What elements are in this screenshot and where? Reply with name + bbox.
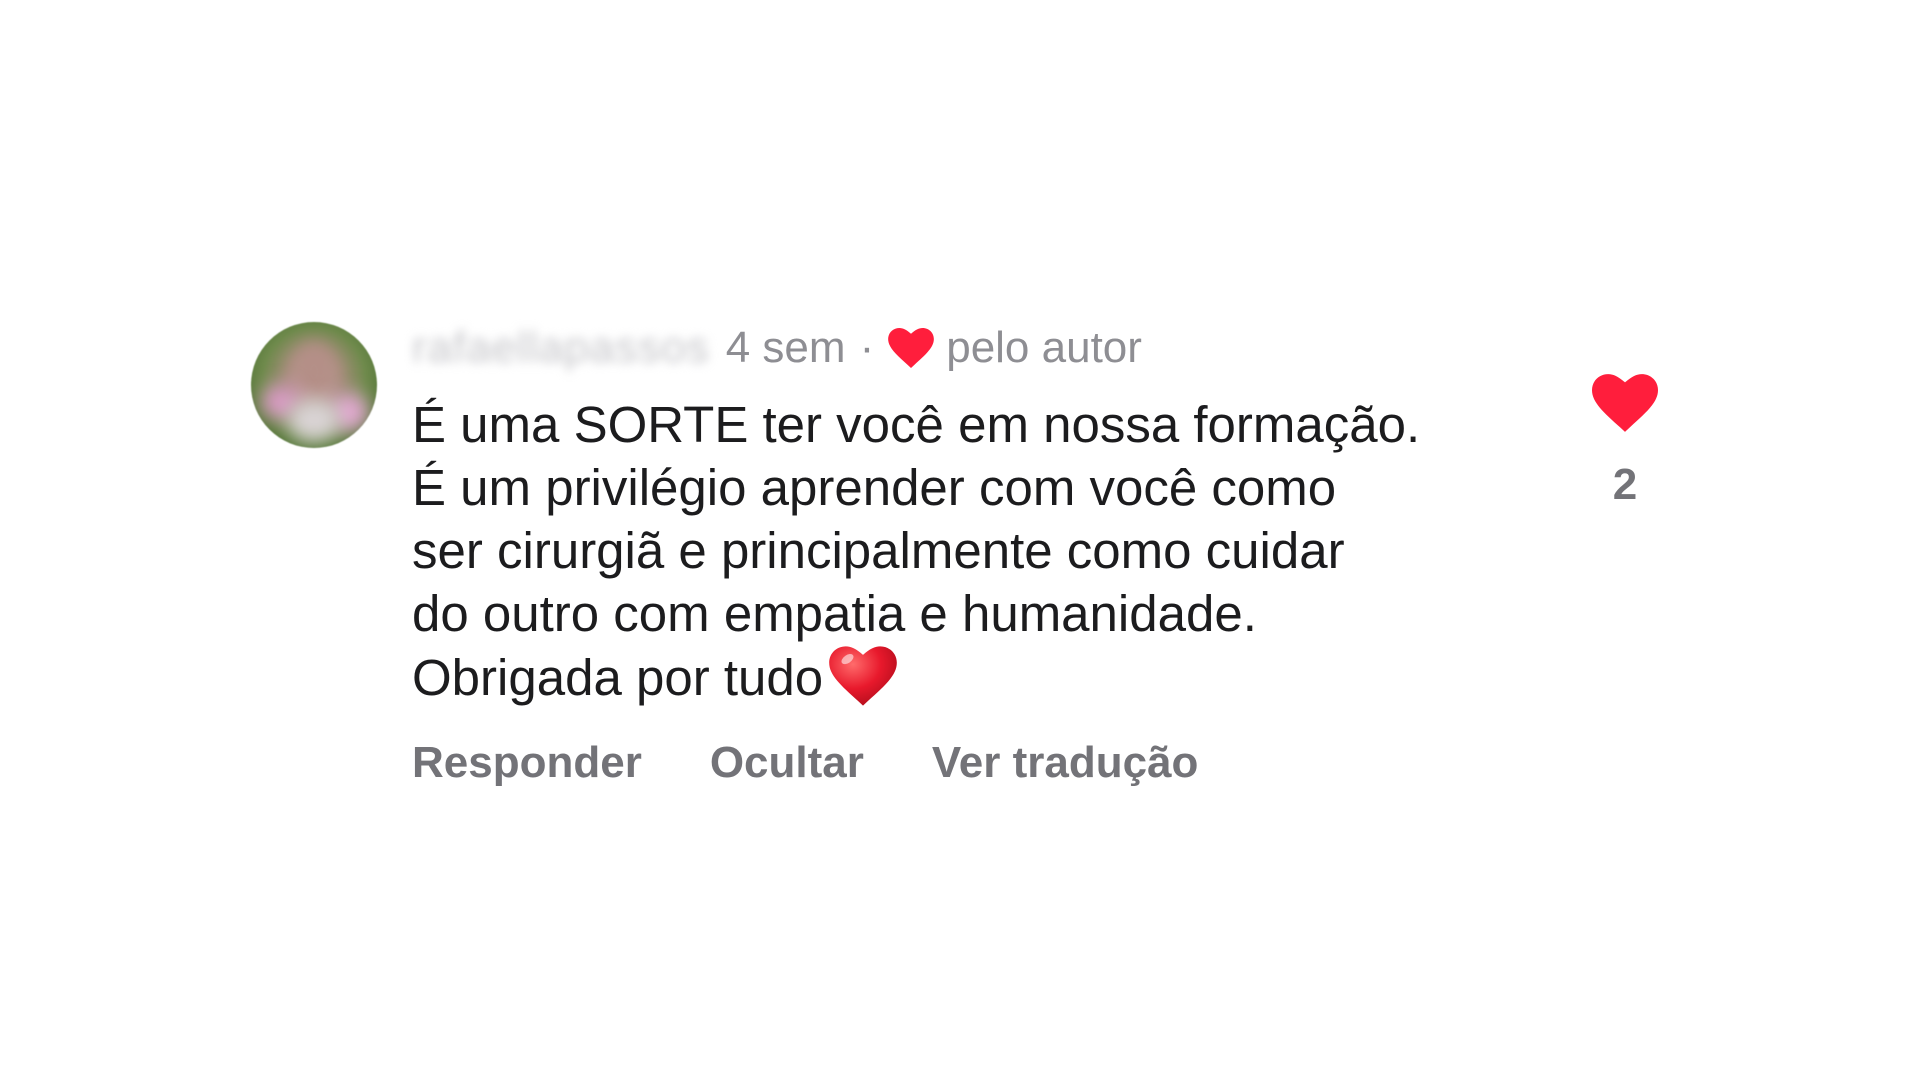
hide-button[interactable]: Ocultar: [710, 738, 864, 788]
separator-dot: ·: [859, 323, 875, 372]
comment-header: rafaellapassos 4 sem · pelo autor: [412, 322, 1142, 374]
like-count[interactable]: 2: [1590, 460, 1660, 510]
username[interactable]: rafaellapassos: [412, 323, 710, 373]
liked-by-author-label: pelo autor: [946, 323, 1142, 372]
comment: rafaellapassos 4 sem · pelo autor É uma …: [0, 0, 1920, 1080]
red-heart-emoji-icon: [829, 646, 897, 706]
comment-time: 4 sem: [725, 323, 846, 372]
reply-button[interactable]: Responder: [412, 738, 642, 788]
like-column: 2: [1590, 374, 1660, 510]
see-translation-button[interactable]: Ver tradução: [932, 738, 1199, 788]
comment-text: É uma SORTE ter você em nossa formação. …: [412, 393, 1532, 709]
comment-text-content: É uma SORTE ter você em nossa formação. …: [412, 396, 1421, 706]
avatar-dress: [287, 398, 341, 442]
avatar[interactable]: [251, 322, 377, 448]
like-heart-icon[interactable]: [1592, 374, 1658, 432]
heart-icon: [888, 328, 935, 368]
comment-actions: Responder Ocultar Ver tradução: [412, 738, 1266, 788]
